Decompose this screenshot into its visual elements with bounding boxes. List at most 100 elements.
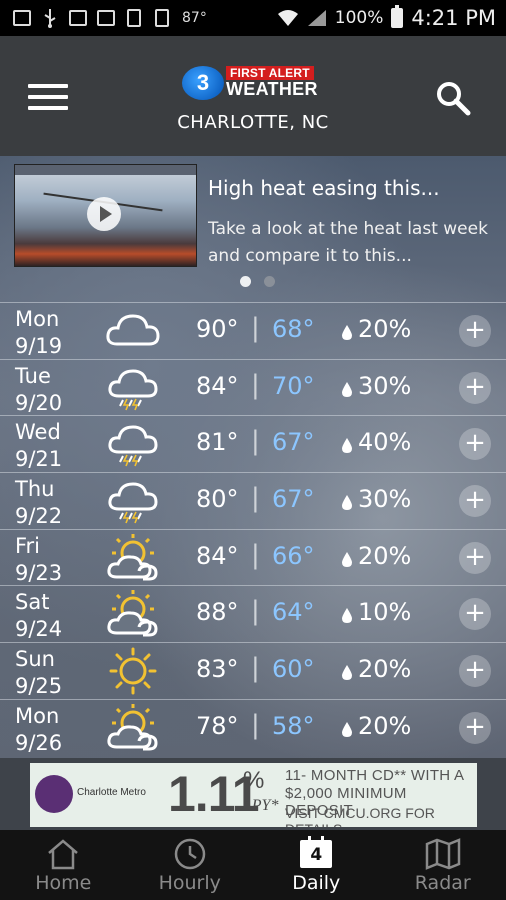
play-icon[interactable]	[87, 197, 121, 231]
day-date: 9/21	[15, 447, 63, 472]
precip-chance: 20%	[358, 711, 412, 740]
forecast-row[interactable]: Wed 9/21 81° | 67° 40% +	[0, 415, 506, 472]
image-icon	[68, 8, 88, 28]
carousel-dot-2[interactable]	[264, 276, 275, 287]
forecast-day: Mon 9/26	[15, 703, 62, 757]
ad-banner[interactable]: Charlotte Metro 1.11 % APY* 11- MONTH CD…	[30, 763, 477, 827]
low-temp: 67°	[272, 485, 315, 514]
logo-bottom-text: WEATHER	[226, 79, 318, 99]
day-date: 9/23	[15, 560, 63, 585]
battery-full-notification-icon	[124, 8, 144, 28]
thunderstorm-icon	[103, 363, 163, 413]
temp-separator: |	[251, 596, 260, 627]
precip-chance: 20%	[358, 655, 412, 684]
raindrop-icon	[342, 551, 352, 567]
low-temp: 60°	[272, 655, 315, 684]
precip-chance: 30%	[358, 371, 412, 400]
tab-radar[interactable]: Radar	[380, 830, 506, 900]
clock-icon	[174, 838, 205, 870]
expand-button[interactable]: +	[459, 428, 491, 461]
forecast-day: Mon 9/19	[15, 306, 62, 360]
day-name: Fri	[15, 533, 41, 558]
raindrop-icon	[342, 665, 352, 681]
tab-daily-label: Daily	[292, 872, 341, 894]
expand-button[interactable]: +	[459, 371, 491, 404]
search-icon[interactable]	[435, 80, 471, 116]
ad-brand: Charlotte Metro	[77, 787, 146, 798]
high-temp: 88°	[196, 598, 239, 627]
battery-percent: 100%	[334, 8, 384, 28]
main-content: High heat easing this... Take a look at …	[0, 156, 506, 758]
location-label: CHARLOTTE, NC	[177, 112, 329, 133]
low-temp: 58°	[272, 711, 315, 740]
partly-cloudy-icon	[103, 703, 163, 753]
ad-banner-area: Charlotte Metro 1.11 % APY* 11- MONTH CD…	[0, 758, 506, 830]
tab-daily[interactable]: 4 Daily	[253, 830, 380, 900]
news-thumbnail[interactable]	[14, 164, 197, 267]
high-temp: 81°	[196, 428, 239, 457]
forecast-row[interactable]: Sun 9/25 83° | 60° 20% +	[0, 642, 506, 699]
forecast-row[interactable]: Thu 9/22 80° | 67° 30% +	[0, 472, 506, 529]
day-name: Tue	[15, 363, 51, 388]
low-temp: 70°	[272, 371, 315, 400]
raindrop-icon	[342, 325, 352, 340]
forecast-row[interactable]: Sat 9/24 88° | 64° 10% +	[0, 585, 506, 642]
high-temp: 83°	[196, 655, 239, 684]
precip-chance: 10%	[358, 598, 412, 627]
precip-chance: 20%	[358, 315, 412, 343]
home-icon	[48, 839, 79, 870]
expand-button[interactable]: +	[459, 598, 491, 631]
day-date: 9/25	[15, 674, 63, 699]
raindrop-icon	[342, 495, 352, 511]
expand-button[interactable]: +	[459, 541, 491, 574]
status-time: 4:21 PM	[411, 6, 496, 30]
precip-chance: 40%	[358, 428, 412, 457]
forecast-row[interactable]: Fri 9/23 84° | 66° 20% +	[0, 528, 506, 587]
day-name: Sun	[15, 647, 55, 672]
bottom-navigation: Home Hourly 4 Daily Radar	[0, 830, 506, 900]
cloudy-icon	[103, 306, 163, 356]
daily-forecast-list: Mon 9/19 90° | 68° 20% + Tue 9/20 84° | 70° 30% + Wed 9…	[0, 302, 506, 756]
carousel-dot-1[interactable]	[240, 276, 251, 287]
expand-button[interactable]: +	[459, 711, 491, 744]
app-logo: 3 FIRST ALERT WEATHER	[182, 66, 327, 104]
forecast-day: Fri 9/23	[15, 533, 62, 587]
calendar-icon: 4	[300, 836, 333, 868]
tab-hourly[interactable]: Hourly	[127, 830, 254, 900]
day-name: Mon	[15, 307, 60, 331]
temp-separator: |	[251, 483, 260, 514]
day-date: 9/26	[15, 730, 63, 755]
day-date: 9/22	[15, 504, 63, 529]
forecast-row[interactable]: Mon 9/26 78° | 58° 20% +	[0, 698, 506, 757]
logo-number: 3	[182, 66, 224, 100]
app-header: 3 FIRST ALERT WEATHER CHARLOTTE, NC	[0, 36, 506, 156]
wifi-icon	[277, 10, 298, 26]
mail-icon	[96, 8, 116, 28]
tab-home[interactable]: Home	[0, 830, 127, 900]
menu-icon[interactable]	[28, 84, 68, 112]
raindrop-icon	[342, 438, 352, 454]
news-card[interactable]: High heat easing this... Take a look at …	[14, 164, 494, 274]
logo-top-text: FIRST ALERT	[226, 66, 314, 80]
day-date: 9/24	[15, 617, 63, 642]
forecast-day: Tue 9/20	[15, 363, 62, 417]
temp-separator: |	[251, 313, 260, 343]
forecast-row[interactable]: Mon 9/19 90° | 68° 20% +	[0, 302, 506, 359]
expand-button[interactable]: +	[459, 485, 491, 518]
expand-button[interactable]: +	[459, 315, 491, 347]
precip-chance: 30%	[358, 485, 412, 514]
forecast-day: Thu 9/22	[15, 476, 62, 530]
day-name: Wed	[15, 420, 61, 445]
battery-icon	[391, 5, 404, 28]
ad-line-3: VISIT CMCU.ORG FOR DETAILS	[285, 805, 435, 827]
raindrop-icon	[342, 381, 352, 397]
tab-radar-label: Radar	[414, 872, 471, 894]
forecast-row[interactable]: Tue 9/20 84° | 70° 30% +	[0, 358, 506, 417]
day-name: Thu	[15, 477, 55, 502]
thunderstorm-icon	[103, 476, 163, 526]
precip-chance: 20%	[358, 541, 412, 570]
day-date: 9/20	[15, 390, 63, 415]
news-headline[interactable]: High heat easing this...	[208, 176, 440, 200]
expand-button[interactable]: +	[459, 655, 491, 688]
day-name: Sat	[15, 590, 50, 615]
